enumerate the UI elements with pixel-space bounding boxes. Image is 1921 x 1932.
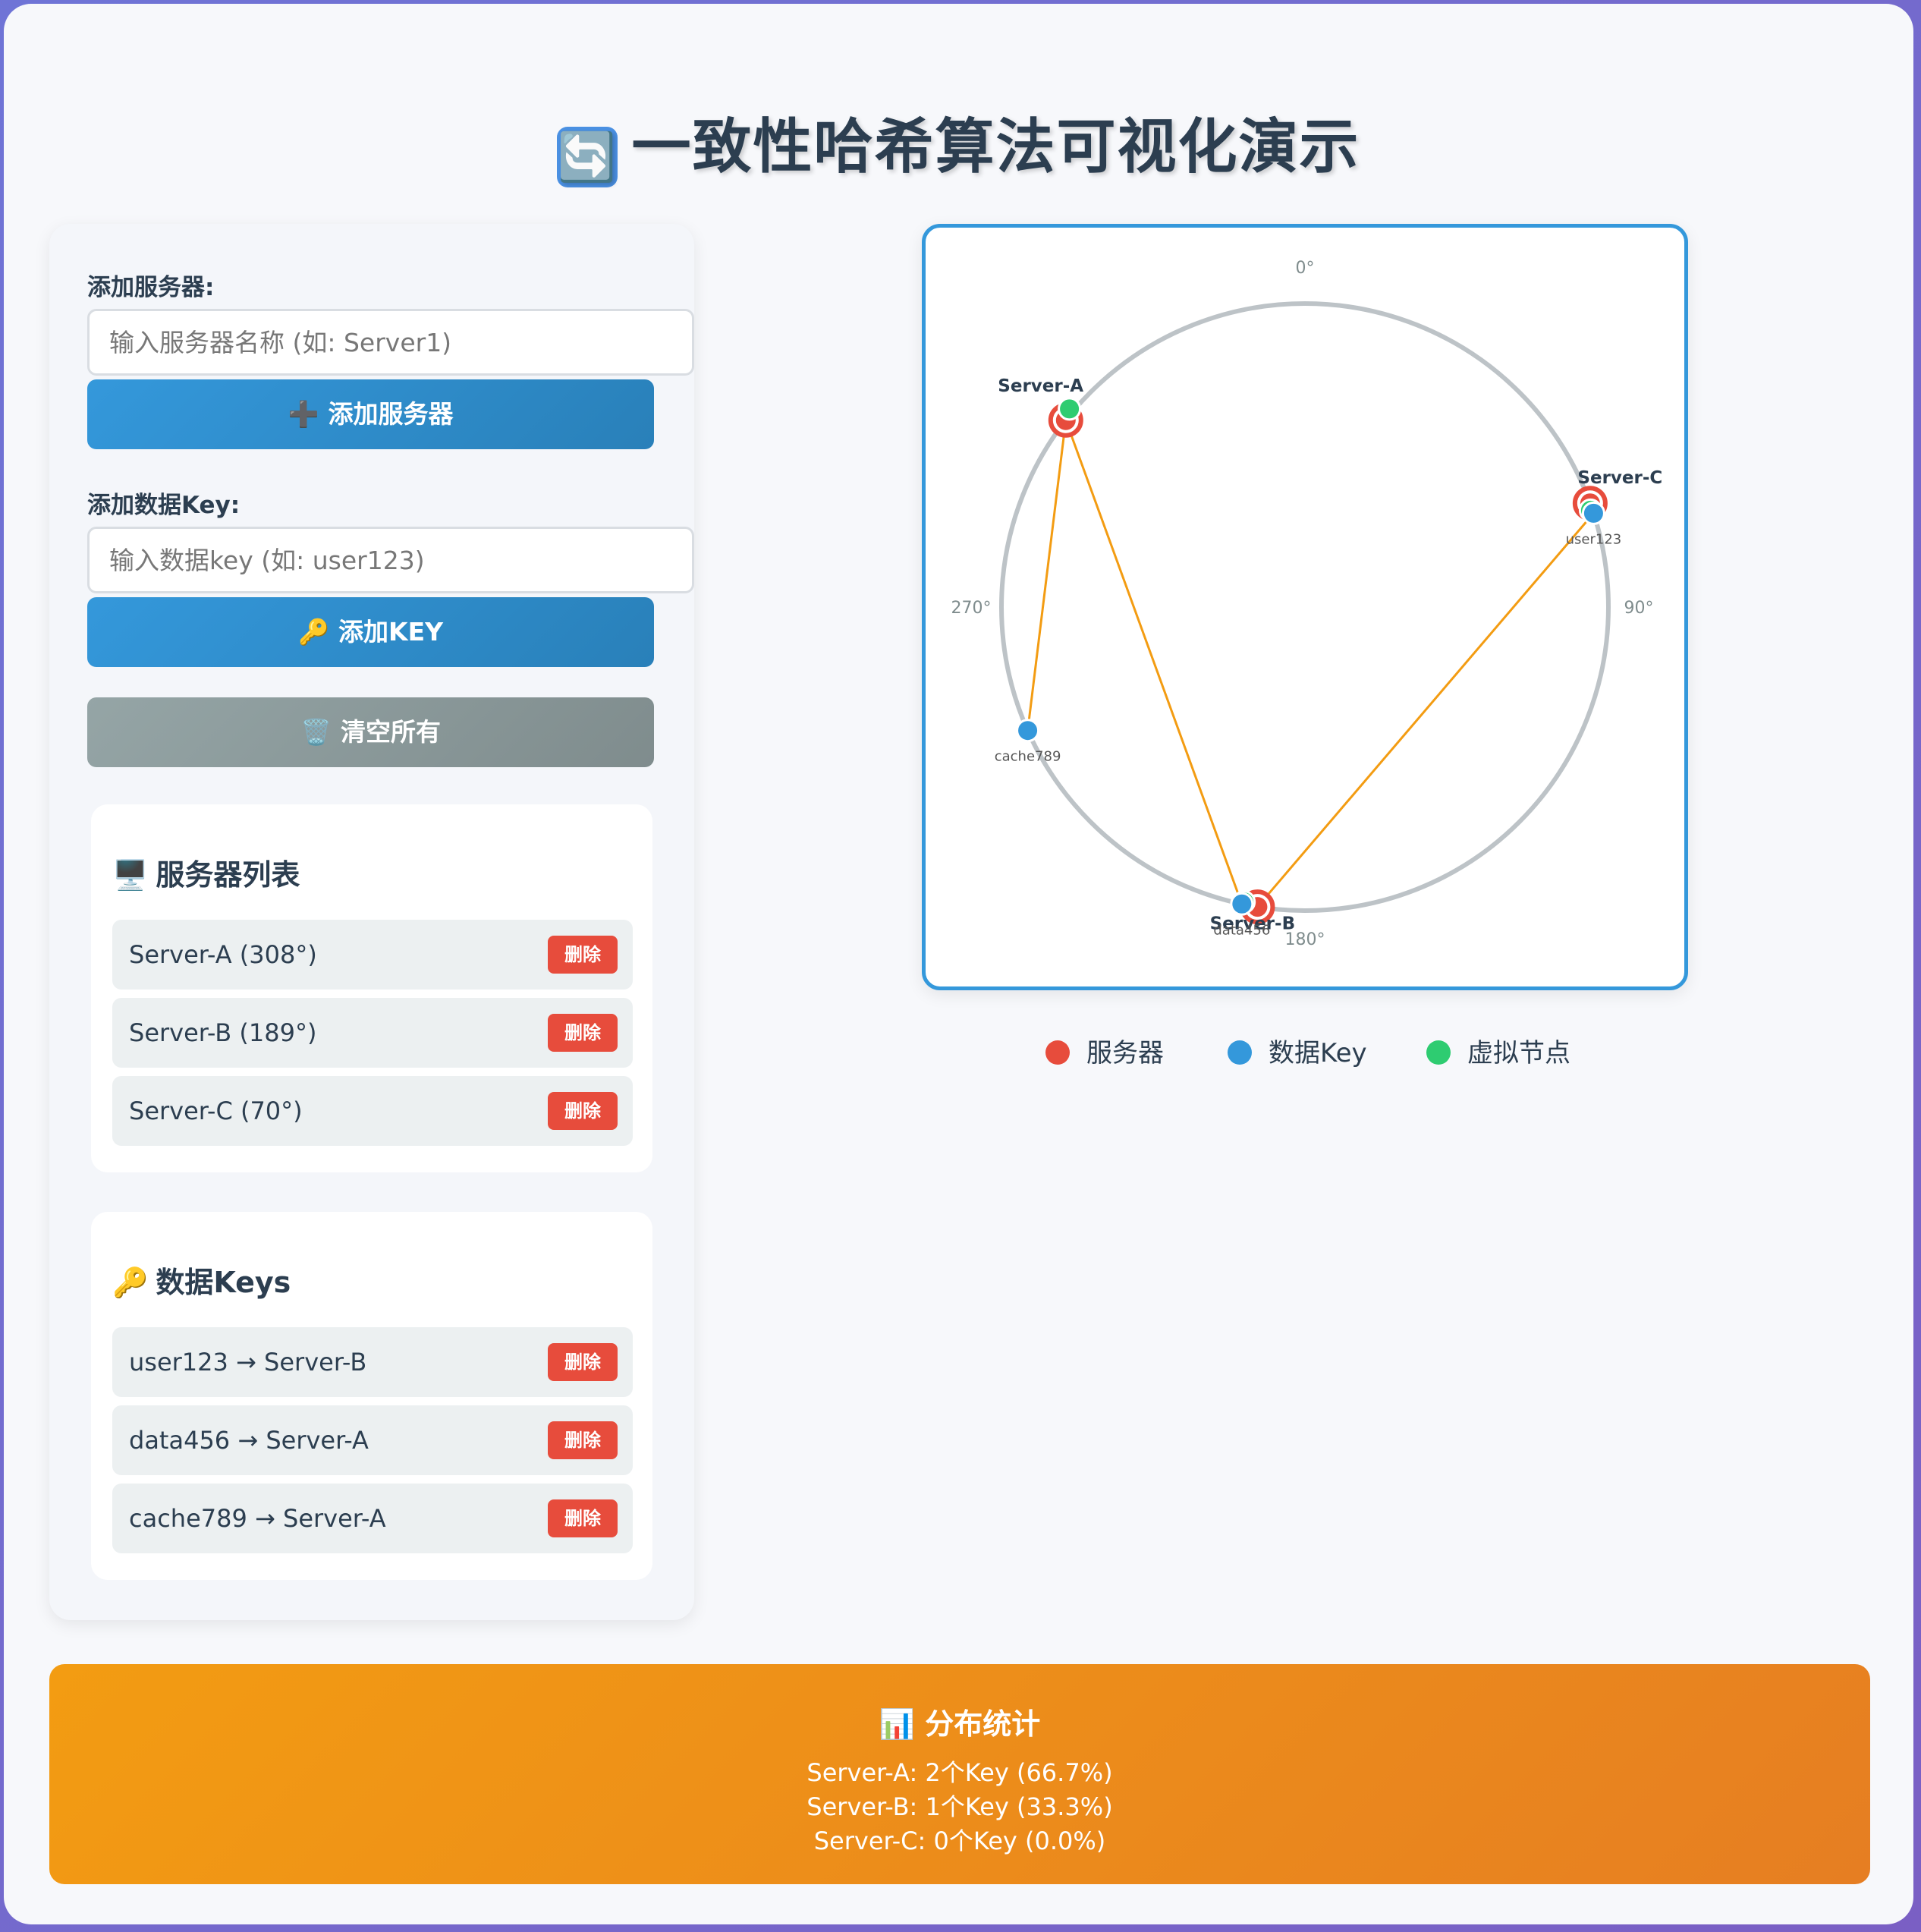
ring-nodes: Server-AServer-BServer-Cuser123data456ca… bbox=[995, 376, 1663, 938]
server-label: 添加服务器: bbox=[87, 274, 215, 301]
key-mapping-line bbox=[1256, 512, 1595, 908]
key-mapping-line bbox=[1064, 420, 1243, 905]
legend-server: 服务器 bbox=[1045, 1032, 1164, 1069]
delete-server-button[interactable]: 删除 bbox=[548, 1014, 618, 1052]
server-list-title: 服务器列表 bbox=[156, 858, 300, 892]
legend-server-label: 服务器 bbox=[1086, 1038, 1164, 1068]
app-window: 🔄一致性哈希算法可视化演示 添加服务器: ➕添加服务器 添加数据Key: 🔑添加… bbox=[4, 4, 1913, 1924]
server-list-item: Server-C (70°) 删除 bbox=[112, 1076, 633, 1146]
key-list-item: user123 → Server-B 删除 bbox=[112, 1327, 633, 1397]
legend-key-label: 数据Key bbox=[1269, 1038, 1367, 1068]
angle-label-90: 90° bbox=[1624, 599, 1654, 618]
stats-title: 分布统计 bbox=[925, 1707, 1041, 1741]
refresh-icon: 🔄 bbox=[557, 127, 618, 187]
control-panel: 添加服务器: ➕ 添加服务器 添加数据Key: 🔑 添加KEY 🗑️ 清空所有 🖥️服… bbox=[49, 224, 694, 1620]
key-node[interactable] bbox=[1016, 719, 1040, 743]
key-icon: 🔑 bbox=[297, 617, 330, 647]
delete-server-button[interactable]: 删除 bbox=[548, 1092, 618, 1130]
key-node[interactable] bbox=[1581, 501, 1605, 525]
stats-line: Server-A: 2个Key (66.7%) bbox=[806, 1758, 1113, 1787]
server-item-label: Server-C (70°) bbox=[129, 1097, 303, 1125]
page-title-text: 一致性哈希算法可视化演示 bbox=[631, 113, 1360, 181]
bar-chart-icon: 📊 bbox=[879, 1707, 916, 1741]
server-list-item: Server-B (189°) 删除 bbox=[112, 998, 633, 1068]
delete-key-button[interactable]: 删除 bbox=[548, 1343, 618, 1381]
key-list-item: cache789 → Server-A 删除 bbox=[112, 1484, 633, 1553]
key-input[interactable] bbox=[87, 527, 694, 593]
delete-server-button[interactable]: 删除 bbox=[548, 936, 618, 974]
hash-ring-canvas[interactable]: 0° 90° 180° 270° Server-A Server-B Server-… bbox=[922, 224, 1688, 990]
key-node-label: user123 bbox=[1566, 531, 1622, 547]
server-item-label: Server-B (189°) bbox=[129, 1018, 317, 1047]
key-icon: 🔑 bbox=[112, 1266, 149, 1299]
key-item-label: data456 → Server-A bbox=[129, 1426, 369, 1455]
keys-list-card: 🔑 数据Keys user123 → Server-B 删除 data456 → … bbox=[91, 1212, 652, 1580]
key-item-label: cache789 → Server-A bbox=[129, 1504, 386, 1533]
server-node-label: Server-C bbox=[1577, 468, 1662, 488]
key-node-label: data456 bbox=[1213, 922, 1270, 938]
legend-virtual-label: 虚拟节点 bbox=[1467, 1038, 1570, 1068]
server-list-heading: 🖥️ 服务器列表 bbox=[112, 851, 300, 893]
clear-all-button[interactable]: 🗑️ 清空所有 bbox=[87, 697, 654, 767]
key-label: 添加数据Key: bbox=[87, 492, 241, 519]
clear-all-button-label: 清空所有 bbox=[341, 717, 442, 747]
delete-key-button[interactable]: 删除 bbox=[548, 1499, 618, 1537]
key-list-item: data456 → Server-A 删除 bbox=[112, 1405, 633, 1475]
add-key-button[interactable]: 🔑 添加KEY bbox=[87, 597, 654, 667]
add-server-button[interactable]: ➕ 添加服务器 bbox=[87, 379, 654, 449]
server-list-card: 🖥️ 服务器列表 Server-A (308°) 删除 Server-B (189… bbox=[91, 804, 652, 1172]
key-node-label: cache789 bbox=[995, 749, 1061, 765]
monitor-icon: 🖥️ bbox=[112, 858, 149, 892]
angle-label-270: 270° bbox=[951, 599, 992, 618]
key-node[interactable] bbox=[1230, 892, 1254, 916]
delete-key-button[interactable]: 删除 bbox=[548, 1421, 618, 1459]
distribution-stats: 📊 分布统计 Server-A: 2个Key (66.7%) Server-B:… bbox=[49, 1664, 1870, 1884]
plus-icon: ➕ bbox=[288, 399, 319, 429]
key-item-label: user123 → Server-B bbox=[129, 1348, 367, 1377]
server-item-label: Server-A (308°) bbox=[129, 940, 317, 969]
keys-list-heading: 🔑 数据Keys bbox=[112, 1259, 291, 1301]
legend-key: 数据Key bbox=[1228, 1032, 1367, 1069]
virtual-node-dot-icon bbox=[1426, 1040, 1451, 1065]
legend-virtual: 虚拟节点 bbox=[1426, 1032, 1570, 1069]
trash-icon: 🗑️ bbox=[300, 717, 332, 747]
page-title: 🔄 一致性哈希算法可视化演示 bbox=[4, 99, 1913, 187]
server-name-input[interactable] bbox=[87, 309, 694, 376]
angle-label-0: 0° bbox=[1296, 259, 1315, 278]
server-node-label: Server-A bbox=[998, 376, 1083, 396]
keys-list-title: 数据Keys bbox=[156, 1266, 291, 1299]
stats-heading: 📊 分布统计 bbox=[49, 1701, 1870, 1742]
hash-ring-circle bbox=[999, 301, 1611, 913]
add-server-button-label: 添加服务器 bbox=[328, 399, 454, 429]
server-list-item: Server-A (308°) 删除 bbox=[112, 920, 633, 990]
stats-line: Server-C: 0个Key (0.0%) bbox=[813, 1827, 1106, 1855]
add-key-button-label: 添加KEY bbox=[338, 617, 444, 647]
key-dot-icon bbox=[1228, 1040, 1252, 1065]
stats-line: Server-B: 1个Key (33.3%) bbox=[806, 1792, 1113, 1821]
virtual-node bbox=[1058, 397, 1082, 421]
server-dot-icon bbox=[1045, 1040, 1070, 1065]
hash-ring-svg: 0° 90° 180° 270° Server-AServer-BServer-… bbox=[951, 259, 1663, 949]
